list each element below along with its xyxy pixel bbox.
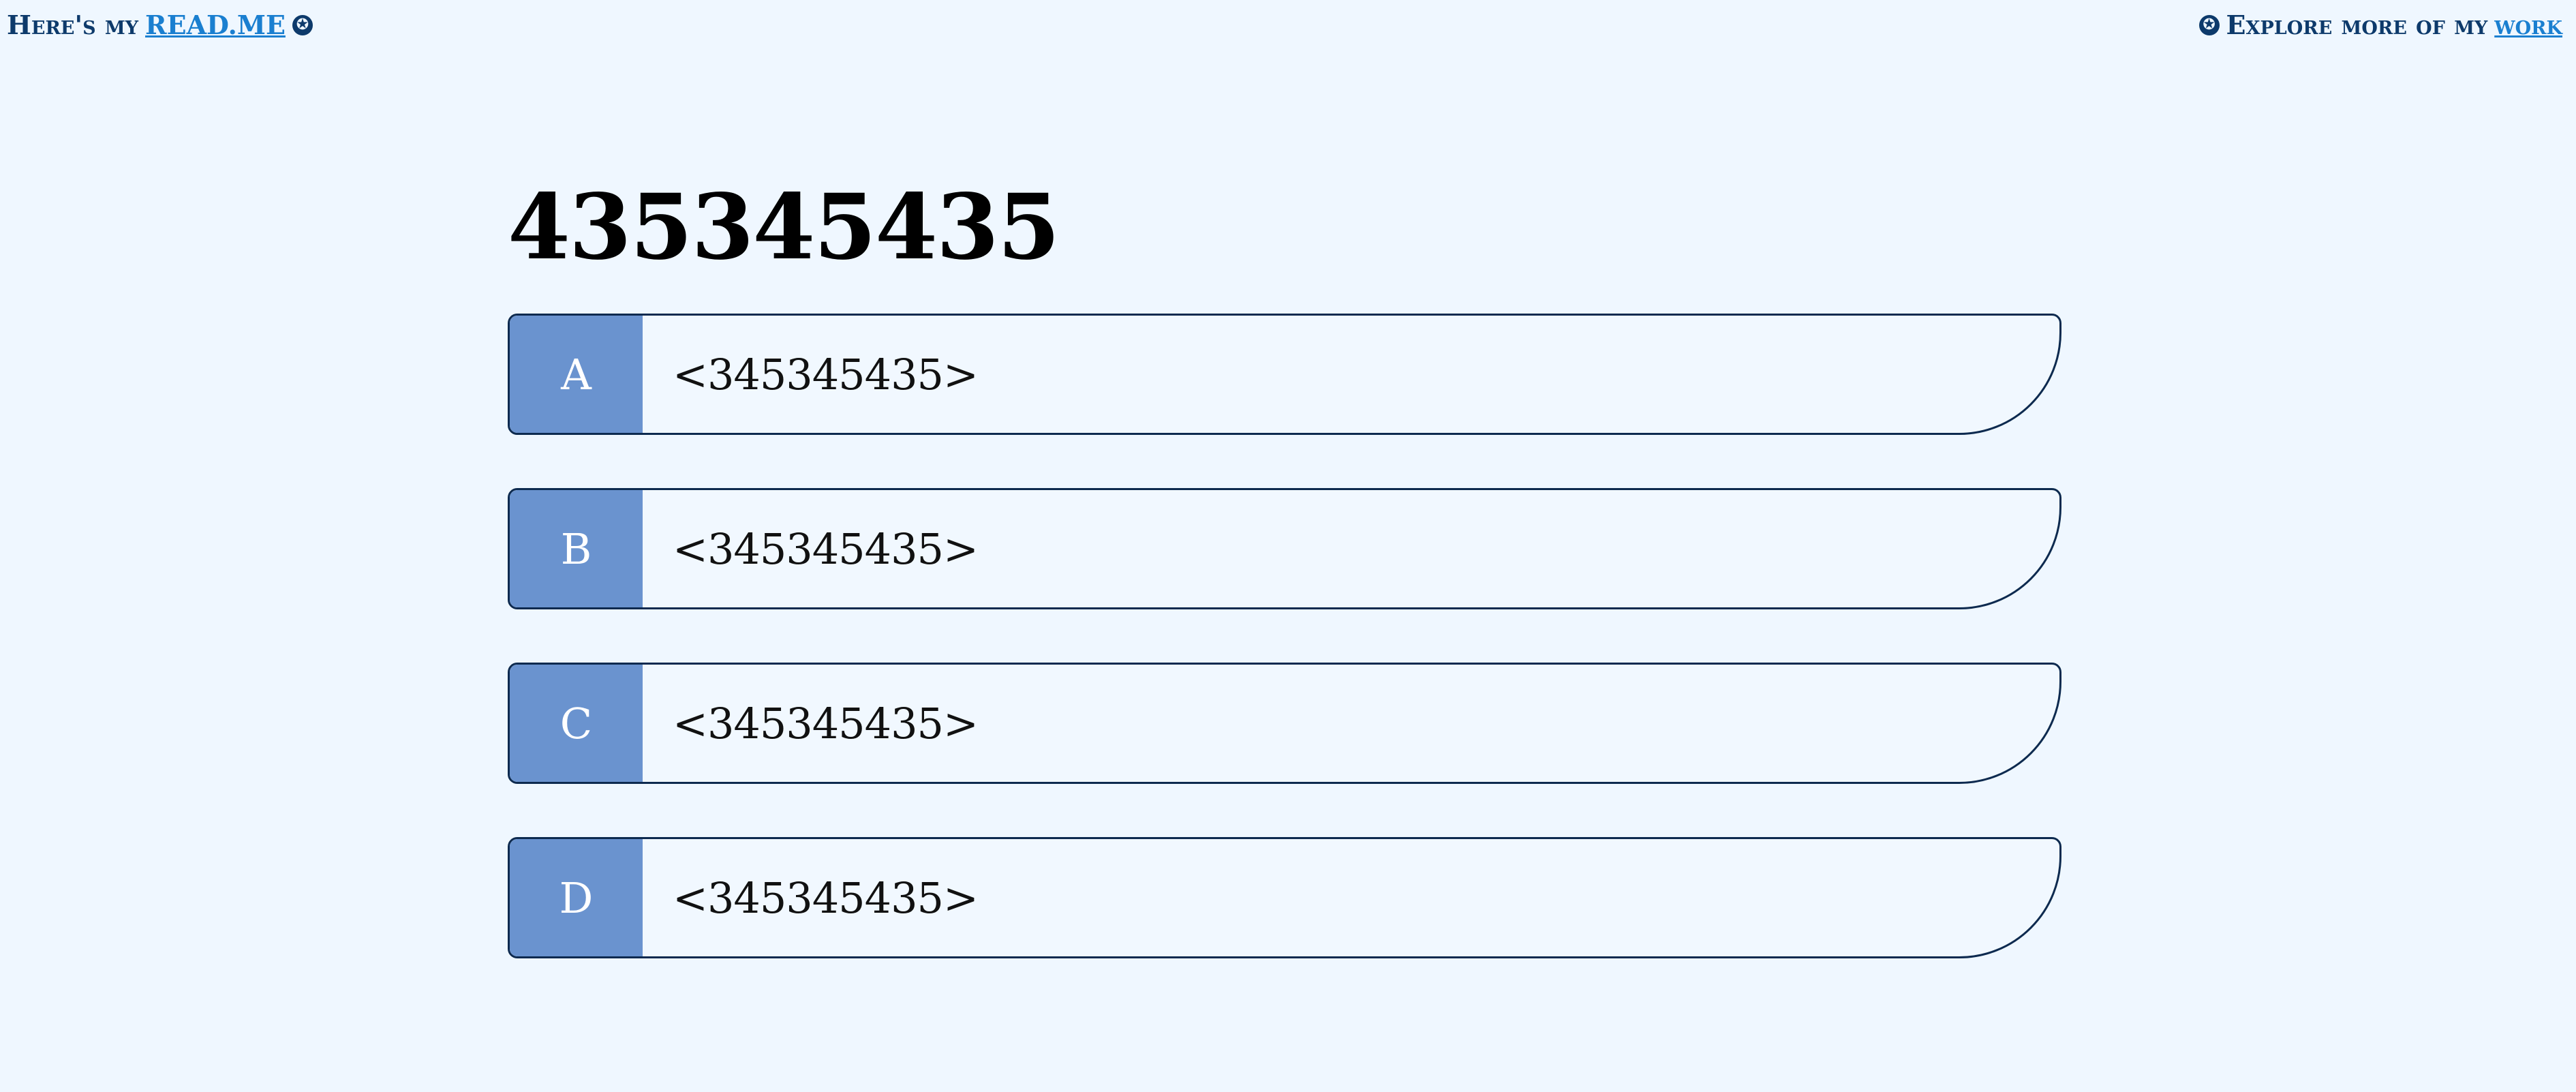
answer-letter: A — [510, 316, 643, 433]
readme-prefix: Here's my — [7, 10, 139, 40]
answer-option-d[interactable]: D <345345435> — [508, 837, 2061, 958]
answer-text: <345345435> — [673, 524, 979, 574]
answer-option-a[interactable]: A <345345435> — [508, 314, 2061, 435]
answer-text: <345345435> — [673, 349, 979, 399]
answer-text: <345345435> — [673, 698, 979, 748]
star-icon: ✪ — [292, 14, 313, 35]
answer-letter: C — [510, 665, 643, 782]
star-icon: ✪ — [2198, 14, 2220, 35]
page: Here's my READ.ME ✪ ✪ Explore more of my… — [0, 0, 2576, 1092]
answer-letter: D — [510, 839, 643, 956]
answer-option-b[interactable]: B <345345435> — [508, 488, 2061, 609]
answer-list: A <345345435> B <345345435> C <345345435… — [508, 314, 2061, 958]
question-title: 435345435 — [508, 175, 1060, 281]
answer-letter: B — [510, 490, 643, 607]
answer-text: <345345435> — [673, 873, 979, 923]
explore-prefix: Explore more of my — [2226, 10, 2488, 40]
answer-option-c[interactable]: C <345345435> — [508, 663, 2061, 784]
work-link[interactable]: work — [2494, 10, 2562, 40]
readme-link[interactable]: READ.ME — [145, 10, 286, 40]
readme-nav: Here's my READ.ME ✪ — [7, 10, 313, 40]
explore-nav: ✪ Explore more of my work — [2198, 10, 2562, 40]
